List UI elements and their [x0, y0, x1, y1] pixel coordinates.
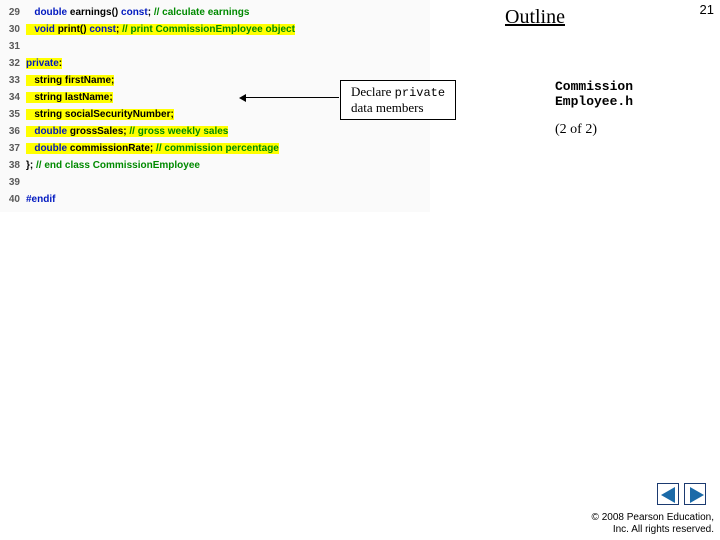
code-line: 39	[0, 174, 430, 191]
callout-text-2: data members	[351, 100, 424, 115]
code-line: 31	[0, 38, 430, 55]
code-line: 40#endif	[0, 191, 430, 208]
prev-button[interactable]	[657, 483, 679, 505]
part-indicator: (2 of 2)	[555, 122, 597, 138]
callout-keyword: private	[395, 86, 445, 100]
next-button[interactable]	[684, 483, 706, 505]
code-line: 37 double commissionRate; // commission …	[0, 140, 430, 157]
callout-box: Declare private data members	[340, 80, 456, 120]
callout-text: Declare	[351, 84, 395, 99]
code-line: 38}; // end class CommissionEmployee	[0, 157, 430, 174]
code-line: 36 double grossSales; // gross weekly sa…	[0, 123, 430, 140]
file-name-line1: Commission	[555, 79, 633, 94]
copyright-line2: Inc. All rights reserved.	[613, 524, 714, 535]
copyright-line1: © 2008 Pearson Education,	[592, 512, 714, 523]
callout-arrow	[245, 97, 339, 98]
code-line: 29 double earnings() const; // calculate…	[0, 4, 430, 21]
code-line: 32private:	[0, 55, 430, 72]
copyright: © 2008 Pearson Education, Inc. All right…	[592, 512, 714, 536]
page-number: 21	[700, 2, 714, 17]
file-name-label: Commission Employee.h	[555, 80, 633, 110]
nav-buttons	[655, 483, 706, 508]
code-line: 30 void print() const; // print Commissi…	[0, 21, 430, 38]
outline-heading: Outline	[505, 6, 565, 29]
file-name-line2: Employee.h	[555, 94, 633, 109]
